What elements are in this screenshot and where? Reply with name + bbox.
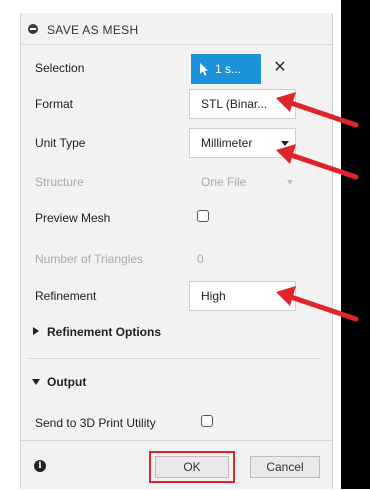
selection-count: 1 s... [215,62,242,76]
annotation-arrow-refinement [276,286,359,322]
info-icon[interactable]: i [34,460,46,472]
selection-label: Selection [35,61,85,75]
format-label: Format [35,97,74,111]
black-background-strip [341,0,370,489]
cancel-button[interactable]: Cancel [250,456,320,478]
unit-type-value: Millimeter [201,136,253,150]
refinement-label: Refinement [35,289,97,303]
chevron-down-icon [32,379,40,385]
send-to-3d-print-checkbox[interactable] [201,415,213,427]
divider [29,358,319,359]
preview-mesh-checkbox[interactable] [197,210,209,222]
refinement-options-heading: Refinement Options [47,325,162,339]
dialog-footer: i OK Cancel [21,440,332,490]
annotation-arrow-format [276,92,359,128]
number-of-triangles-label: Number of Triangles [35,252,144,266]
number-of-triangles-value: 0 [197,252,204,266]
output-heading: Output [47,375,87,389]
annotation-arrow-unit-type [276,144,359,180]
chevron-right-icon [33,327,39,335]
dialog-title: SAVE AS MESH [47,23,139,37]
close-icon[interactable]: ✕ [273,58,287,78]
ok-button[interactable]: OK [155,456,229,478]
cursor-arrow-icon [200,63,208,76]
send-to-3d-print-label: Send to 3D Print Utility [35,416,156,430]
minus-circle-icon[interactable] [28,24,38,34]
preview-mesh-label: Preview Mesh [35,211,111,225]
selection-button[interactable]: 1 s... [191,54,261,84]
format-value: STL (Binar... [201,97,268,111]
dialog-header: SAVE AS MESH [21,13,332,45]
structure-label: Structure [35,175,84,189]
refinement-value: High [201,289,226,303]
structure-value: One File [201,175,247,189]
unit-type-label: Unit Type [35,136,86,150]
